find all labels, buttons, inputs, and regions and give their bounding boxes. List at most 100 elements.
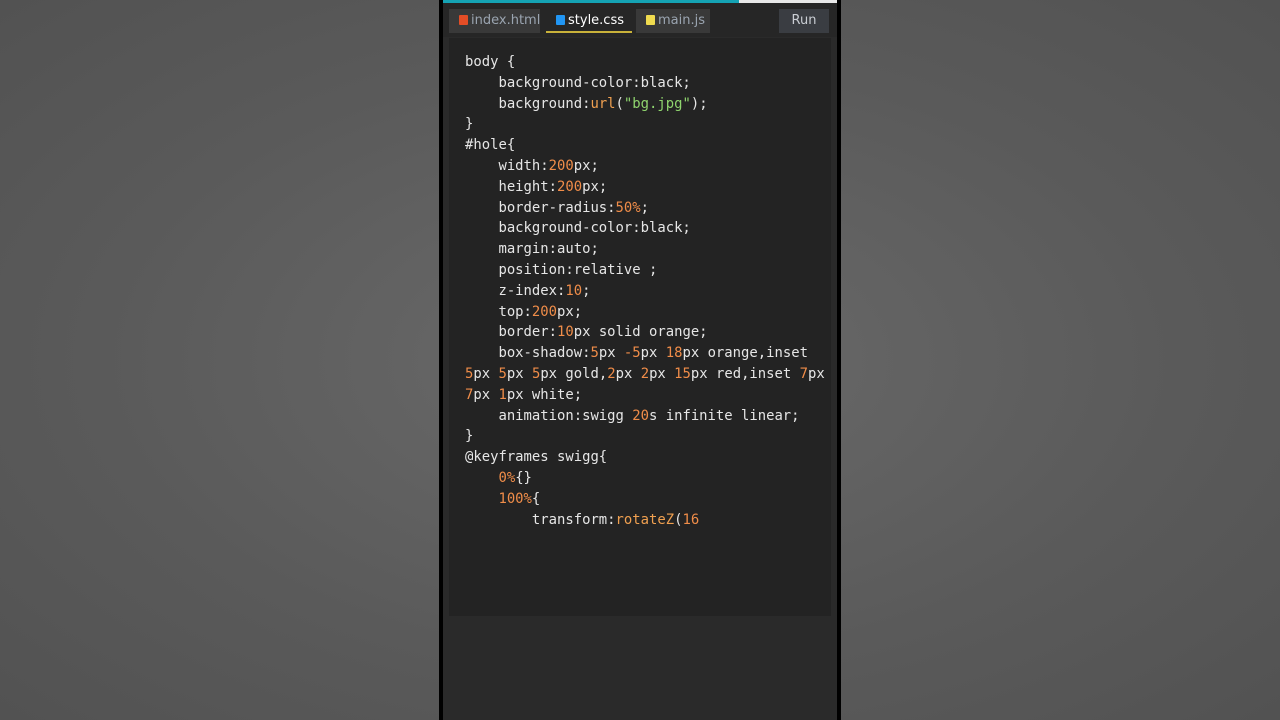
code-token: ; xyxy=(582,282,591,299)
code-token: } xyxy=(465,116,474,133)
code-line: top:200px; xyxy=(465,302,825,323)
code-token: 16 xyxy=(682,511,700,528)
code-token: ); xyxy=(690,95,708,112)
code-line: height:200px; xyxy=(465,177,825,198)
code-token: px; xyxy=(573,157,599,174)
code-token: background-color:black; xyxy=(465,74,691,91)
run-button[interactable]: Run xyxy=(779,9,829,33)
code-token: 10 xyxy=(557,324,574,341)
code-token: border: xyxy=(465,324,557,341)
code-token: 5 xyxy=(498,365,507,382)
code-line: } xyxy=(465,426,825,447)
code-token: 20 xyxy=(632,407,649,424)
code-token: px xyxy=(649,365,675,382)
code-token: border-radius: xyxy=(465,199,616,216)
code-line: animation:swigg 20s infinite linear; xyxy=(465,406,825,427)
code-line: border-radius:50%; xyxy=(465,198,825,219)
file-tab-bar: index.html style.css main.js Run xyxy=(443,3,837,37)
code-token: transform: xyxy=(465,511,616,528)
code-token: px solid orange; xyxy=(573,324,708,341)
code-token: 50% xyxy=(615,199,641,216)
code-token: position:relative ; xyxy=(465,261,658,278)
code-token: 15 xyxy=(674,365,691,382)
code-token: px xyxy=(598,345,624,362)
code-token: 2 xyxy=(607,365,616,382)
code-line: transform:rotateZ(16 xyxy=(465,510,825,531)
code-token: background: xyxy=(465,95,591,112)
code-token: {} xyxy=(515,469,532,486)
code-token: 7 xyxy=(799,365,808,382)
code-token: px xyxy=(473,386,499,403)
code-line: background-color:black; xyxy=(465,73,825,94)
code-token: ( xyxy=(615,95,624,112)
code-token: s infinite linear; xyxy=(649,407,800,424)
code-token: px red,inset xyxy=(690,365,800,382)
code-text[interactable]: body { background-color:black; backgroun… xyxy=(465,52,825,530)
tab-label: style.css xyxy=(568,13,624,28)
code-line: 0%{} xyxy=(465,468,825,489)
code-line: #hole{ xyxy=(465,135,825,156)
code-token: px xyxy=(807,365,825,382)
code-token: 10 xyxy=(565,282,583,299)
code-token: top: xyxy=(465,303,532,320)
code-line: body { xyxy=(465,52,825,73)
code-token: px gold, xyxy=(540,365,608,382)
code-token: z-index: xyxy=(465,282,566,299)
code-line: 100%{ xyxy=(465,489,825,510)
code-token: 200 xyxy=(531,303,557,320)
js-icon xyxy=(646,15,655,25)
code-line: background-color:black; xyxy=(465,218,825,239)
tab-label: index.html xyxy=(471,13,541,28)
code-token: px xyxy=(473,365,499,382)
code-token: box-shadow: xyxy=(465,345,591,362)
code-token: px xyxy=(506,365,532,382)
code-token: ; xyxy=(640,199,650,216)
code-token: #hole{ xyxy=(465,137,516,154)
tab-style-css[interactable]: style.css xyxy=(546,9,632,33)
code-token: 100% xyxy=(498,490,532,507)
code-token: width: xyxy=(465,157,549,174)
code-token: px; xyxy=(557,303,583,320)
code-editor-app: index.html style.css main.js Run body { … xyxy=(443,0,837,720)
code-line: width:200px; xyxy=(465,156,825,177)
code-line: } xyxy=(465,114,825,135)
code-token: px xyxy=(640,345,666,362)
code-token: 2 xyxy=(640,365,650,382)
code-token: } xyxy=(465,428,474,445)
code-token: -5 xyxy=(623,345,641,362)
code-editor[interactable]: body { background-color:black; backgroun… xyxy=(449,38,831,616)
code-token: rotateZ xyxy=(615,511,675,528)
code-token: animation:swigg xyxy=(465,407,633,424)
code-token: 200 xyxy=(557,178,583,195)
code-token: 1 xyxy=(498,386,507,403)
code-line: position:relative ; xyxy=(465,260,825,281)
code-token: { xyxy=(531,490,541,507)
code-token: "bg.jpg" xyxy=(623,95,691,112)
tab-index-html[interactable]: index.html xyxy=(449,9,540,33)
code-token: 5 xyxy=(590,345,599,362)
phone-screen-recording: index.html style.css main.js Run body { … xyxy=(439,0,841,720)
html5-icon xyxy=(459,15,468,25)
code-token: 0% xyxy=(498,469,516,486)
code-line: border:10px solid orange; xyxy=(465,322,825,343)
code-token: 18 xyxy=(665,345,683,362)
code-line: 7px 1px white; xyxy=(465,385,825,406)
code-line: @keyframes swigg{ xyxy=(465,447,825,468)
code-line: z-index:10; xyxy=(465,281,825,302)
code-line: background:url("bg.jpg"); xyxy=(465,94,825,115)
code-line: 5px 5px 5px gold,2px 2px 15px red,inset … xyxy=(465,364,825,385)
code-token: px orange,inset xyxy=(682,345,808,362)
code-token: url xyxy=(590,95,616,112)
tab-label: main.js xyxy=(658,13,705,28)
video-frame: index.html style.css main.js Run body { … xyxy=(0,0,1280,720)
tab-main-js[interactable]: main.js xyxy=(636,9,710,33)
code-token: 200 xyxy=(548,157,574,174)
code-token: body { xyxy=(465,54,516,70)
code-token: px xyxy=(615,365,641,382)
code-line: margin:auto; xyxy=(465,239,825,260)
code-token: height: xyxy=(465,178,557,195)
css3-icon xyxy=(556,15,565,25)
code-token: @keyframes swigg{ xyxy=(465,449,608,466)
